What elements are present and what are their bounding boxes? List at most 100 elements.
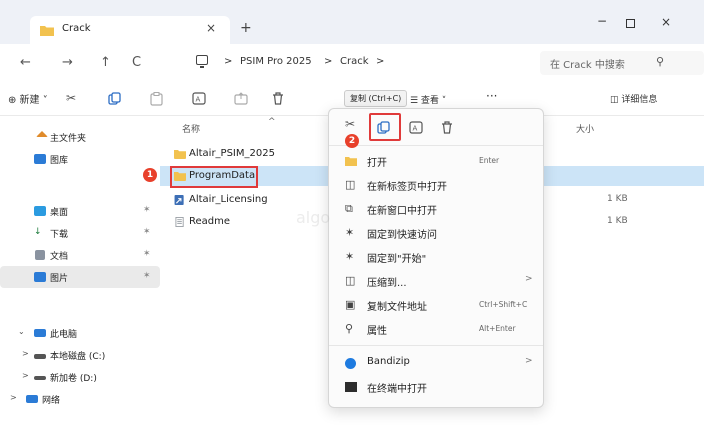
chevron-right-icon[interactable]: > xyxy=(10,393,17,402)
column-header-name[interactable]: 名称 xyxy=(182,122,200,135)
chevron-right-icon: > xyxy=(525,356,533,366)
menu-item-open[interactable]: 打开 Enter xyxy=(329,149,543,173)
menu-item-open-new-window[interactable]: ⧉ 在新窗口中打开 xyxy=(329,197,543,221)
file-size: 1 KB xyxy=(607,194,628,204)
back-button[interactable]: ← xyxy=(20,55,31,70)
minimize-button[interactable]: − xyxy=(597,14,607,28)
sidebar-item-label: 网络 xyxy=(42,396,61,406)
navigation-bar: ← → ↑ C > PSIM Pro 2025 > Crack > 在 Crac… xyxy=(0,44,704,82)
new-tab-button[interactable]: + xyxy=(240,20,252,36)
close-button[interactable]: × xyxy=(661,15,671,29)
delete-icon[interactable] xyxy=(441,121,453,134)
view-button[interactable]: ☰ 查看 ˅ xyxy=(410,93,446,106)
breadcrumb-psim[interactable]: PSIM Pro 2025 xyxy=(240,56,312,67)
menu-item-open-terminal[interactable]: 在终端中打开 xyxy=(329,375,543,399)
cut-icon[interactable]: ✂ xyxy=(66,91,76,105)
sidebar-item-pictures[interactable]: 图片 ✶ xyxy=(0,266,160,288)
tab-close-icon[interactable]: × xyxy=(206,21,216,35)
sidebar-item-home[interactable]: 主文件夹 xyxy=(0,126,160,148)
forward-button[interactable]: → xyxy=(62,55,73,70)
address-bar[interactable]: > PSIM Pro 2025 > Crack > xyxy=(188,51,536,75)
sidebar-item-label: 图片 xyxy=(50,274,69,284)
delete-icon[interactable] xyxy=(272,92,284,105)
column-header-size[interactable]: 大小 xyxy=(576,122,594,135)
menu-item-copy-path[interactable]: ▣ 复制文件地址 Ctrl+Shift+C xyxy=(329,293,543,317)
pictures-icon xyxy=(34,272,46,282)
sidebar-item-documents[interactable]: 文档 ✶ xyxy=(0,244,160,266)
breadcrumb-crack[interactable]: Crack xyxy=(340,56,369,67)
sidebar-item-label: 下载 xyxy=(50,230,69,240)
menu-item-label: Bandizip xyxy=(367,356,410,367)
sidebar-item-drive-c[interactable]: > 本地磁盘 (C:) xyxy=(0,344,160,366)
search-icon: ⚲ xyxy=(656,55,665,68)
menu-item-pin-quick-access[interactable]: ✶ 固定到快速访问 xyxy=(329,221,543,245)
sidebar-item-this-pc[interactable]: ⌄ 此电脑 xyxy=(0,322,160,344)
highlight-box xyxy=(170,166,258,188)
search-input[interactable]: 在 Crack 中搜索 ⚲ xyxy=(540,51,704,75)
pin-icon: ✶ xyxy=(345,226,355,239)
menu-item-compress[interactable]: ◫ 压缩到... > xyxy=(329,269,543,293)
tab-crack[interactable]: Crack × xyxy=(30,16,230,44)
step-badge-2: 2 xyxy=(345,134,359,148)
sidebar-item-label: 本地磁盘 (C:) xyxy=(50,352,106,362)
copy-tooltip: 复制 (Ctrl+C) xyxy=(344,90,408,107)
chevron-right-icon[interactable]: > xyxy=(22,349,29,358)
folder-icon xyxy=(40,26,54,36)
new-button[interactable]: ⊕ 新建 ˅ xyxy=(8,91,48,106)
network-icon xyxy=(26,395,38,403)
new-window-icon: ⧉ xyxy=(345,202,353,215)
more-options-button[interactable]: ··· xyxy=(486,89,497,103)
menu-item-label: 复制文件地址 xyxy=(367,302,427,313)
bandizip-icon xyxy=(345,358,356,369)
sidebar-item-network[interactable]: > 网络 xyxy=(0,388,160,410)
chevron-down-icon[interactable]: ⌄ xyxy=(18,327,25,336)
menu-item-bandizip[interactable]: Bandizip > xyxy=(329,351,543,375)
menu-item-open-new-tab[interactable]: ◫ 在新标签页中打开 xyxy=(329,173,543,197)
svg-text:A: A xyxy=(413,125,418,133)
pin-icon: ✶ xyxy=(143,271,151,281)
menu-divider xyxy=(329,145,543,146)
sidebar-item-gallery[interactable]: 图库 xyxy=(0,148,160,170)
context-menu: ✂ A 打开 Enter ◫ 在新标签页中打开 ⧉ 在新窗口中打开 ✶ 固定到快… xyxy=(328,108,544,408)
this-pc-icon xyxy=(196,55,208,68)
pin-icon: ✶ xyxy=(143,249,151,259)
sidebar-item-desktop[interactable]: 桌面 ✶ xyxy=(0,200,160,222)
menu-divider xyxy=(329,345,543,346)
share-icon[interactable] xyxy=(234,92,248,105)
title-bar: Crack × + − × xyxy=(0,0,704,44)
zip-icon: ◫ xyxy=(345,274,356,287)
sidebar-item-label: 文档 xyxy=(50,252,69,262)
chevron-right-icon: > xyxy=(525,274,533,284)
sidebar-item-label: 桌面 xyxy=(50,208,69,218)
rename-icon[interactable]: A xyxy=(192,92,206,105)
copy-icon[interactable] xyxy=(108,92,121,105)
highlight-box xyxy=(369,113,401,141)
home-icon xyxy=(36,131,48,137)
chevron-right-icon[interactable]: > xyxy=(22,371,29,380)
menu-item-properties[interactable]: ⚲ 属性 Alt+Enter xyxy=(329,317,543,341)
menu-item-pin-start[interactable]: ✶ 固定到"开始" xyxy=(329,245,543,269)
step-badge-1: 1 xyxy=(143,168,157,182)
navigation-pane: 主文件夹 图库 桌面 ✶ ↓ 下载 ✶ 文档 ✶ 图片 ✶ ⌄ 此电脑 > 本地… xyxy=(0,116,160,431)
paste-icon[interactable] xyxy=(150,92,163,106)
cut-icon[interactable]: ✂ xyxy=(345,117,355,131)
rename-icon[interactable]: A xyxy=(409,121,423,134)
menu-item-label: 在终端中打开 xyxy=(367,384,427,395)
refresh-button[interactable]: C xyxy=(132,55,141,70)
menu-item-label: 在新标签页中打开 xyxy=(367,182,447,193)
sidebar-item-downloads[interactable]: ↓ 下载 ✶ xyxy=(0,222,160,244)
menu-item-label: 打开 xyxy=(367,158,387,169)
sidebar-item-drive-d[interactable]: > 新加卷 (D:) xyxy=(0,366,160,388)
shortcut-icon xyxy=(174,195,184,205)
maximize-button[interactable] xyxy=(626,19,635,28)
copy-path-icon: ▣ xyxy=(345,298,356,311)
properties-icon: ⚲ xyxy=(345,322,354,335)
search-placeholder: 在 Crack 中搜索 xyxy=(550,60,625,71)
download-icon: ↓ xyxy=(34,227,42,237)
file-size: 1 KB xyxy=(607,216,628,226)
file-name: Readme xyxy=(189,216,231,227)
up-button[interactable]: ↑ xyxy=(100,55,111,70)
gallery-icon xyxy=(34,154,46,164)
breadcrumb-separator: > xyxy=(224,56,233,67)
details-pane-button[interactable]: ◫ 详细信息 xyxy=(610,92,657,105)
